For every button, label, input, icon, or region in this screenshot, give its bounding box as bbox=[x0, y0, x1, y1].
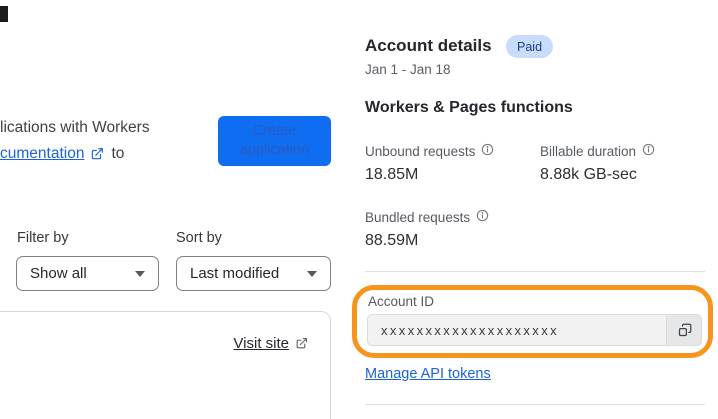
intro-text: lications with Workers cumentation to bbox=[0, 115, 215, 167]
sort-dropdown[interactable]: Last modified bbox=[176, 256, 331, 291]
info-icon[interactable] bbox=[642, 143, 655, 159]
filter-dropdown-value: Show all bbox=[30, 265, 87, 282]
stat-value: 18.85M bbox=[365, 166, 419, 183]
project-card: Visit site bbox=[0, 311, 331, 419]
external-link-icon bbox=[295, 337, 308, 350]
stat-billable-duration: Billable duration 8.88k GB-sec bbox=[540, 143, 655, 184]
copy-icon bbox=[677, 323, 692, 338]
visit-site-link[interactable]: Visit site bbox=[233, 335, 289, 352]
sort-dropdown-value: Last modified bbox=[190, 265, 280, 282]
chevron-down-icon bbox=[307, 270, 317, 277]
account-id-label: Account ID bbox=[368, 294, 435, 309]
stat-bundled-requests: Bundled requests 88.59M bbox=[365, 209, 489, 250]
create-application-button[interactable]: Create application bbox=[218, 116, 331, 166]
divider bbox=[365, 271, 705, 272]
stat-label: Billable duration bbox=[540, 143, 637, 159]
manage-api-tokens-link[interactable]: Manage API tokens bbox=[365, 366, 491, 382]
billing-date-range: Jan 1 - Jan 18 bbox=[365, 62, 451, 77]
info-icon[interactable] bbox=[476, 209, 489, 225]
functions-section-title: Workers & Pages functions bbox=[365, 99, 573, 116]
divider bbox=[365, 404, 705, 405]
filter-dropdown[interactable]: Show all bbox=[16, 256, 159, 291]
external-link-icon bbox=[90, 147, 104, 161]
copy-account-id-button[interactable] bbox=[666, 314, 702, 346]
account-id-input[interactable] bbox=[367, 314, 666, 346]
screenshot-edge-fragment bbox=[0, 6, 8, 22]
intro-line-2-suffix: to bbox=[111, 145, 125, 162]
intro-line-1: lications with Workers bbox=[0, 119, 150, 136]
stat-value: 8.88k GB-sec bbox=[540, 166, 637, 183]
sort-by-label: Sort by bbox=[176, 230, 222, 246]
stat-label: Unbound requests bbox=[365, 143, 476, 159]
filter-by-label: Filter by bbox=[17, 230, 69, 246]
workers-pages-dashboard: lications with Workers cumentation to Cr… bbox=[0, 0, 718, 419]
stat-value: 88.59M bbox=[365, 232, 419, 249]
create-application-label-line2: application bbox=[239, 142, 310, 158]
documentation-link[interactable]: cumentation bbox=[0, 141, 84, 167]
chevron-down-icon bbox=[135, 270, 145, 277]
info-icon[interactable] bbox=[481, 143, 494, 159]
account-id-field-group bbox=[367, 314, 702, 346]
stat-label: Bundled requests bbox=[365, 209, 471, 225]
create-application-label-line1: Create bbox=[252, 123, 297, 139]
stat-unbound-requests: Unbound requests 18.85M bbox=[365, 143, 494, 184]
account-details-title: Account details bbox=[365, 36, 492, 55]
paid-plan-badge: Paid bbox=[506, 35, 554, 58]
